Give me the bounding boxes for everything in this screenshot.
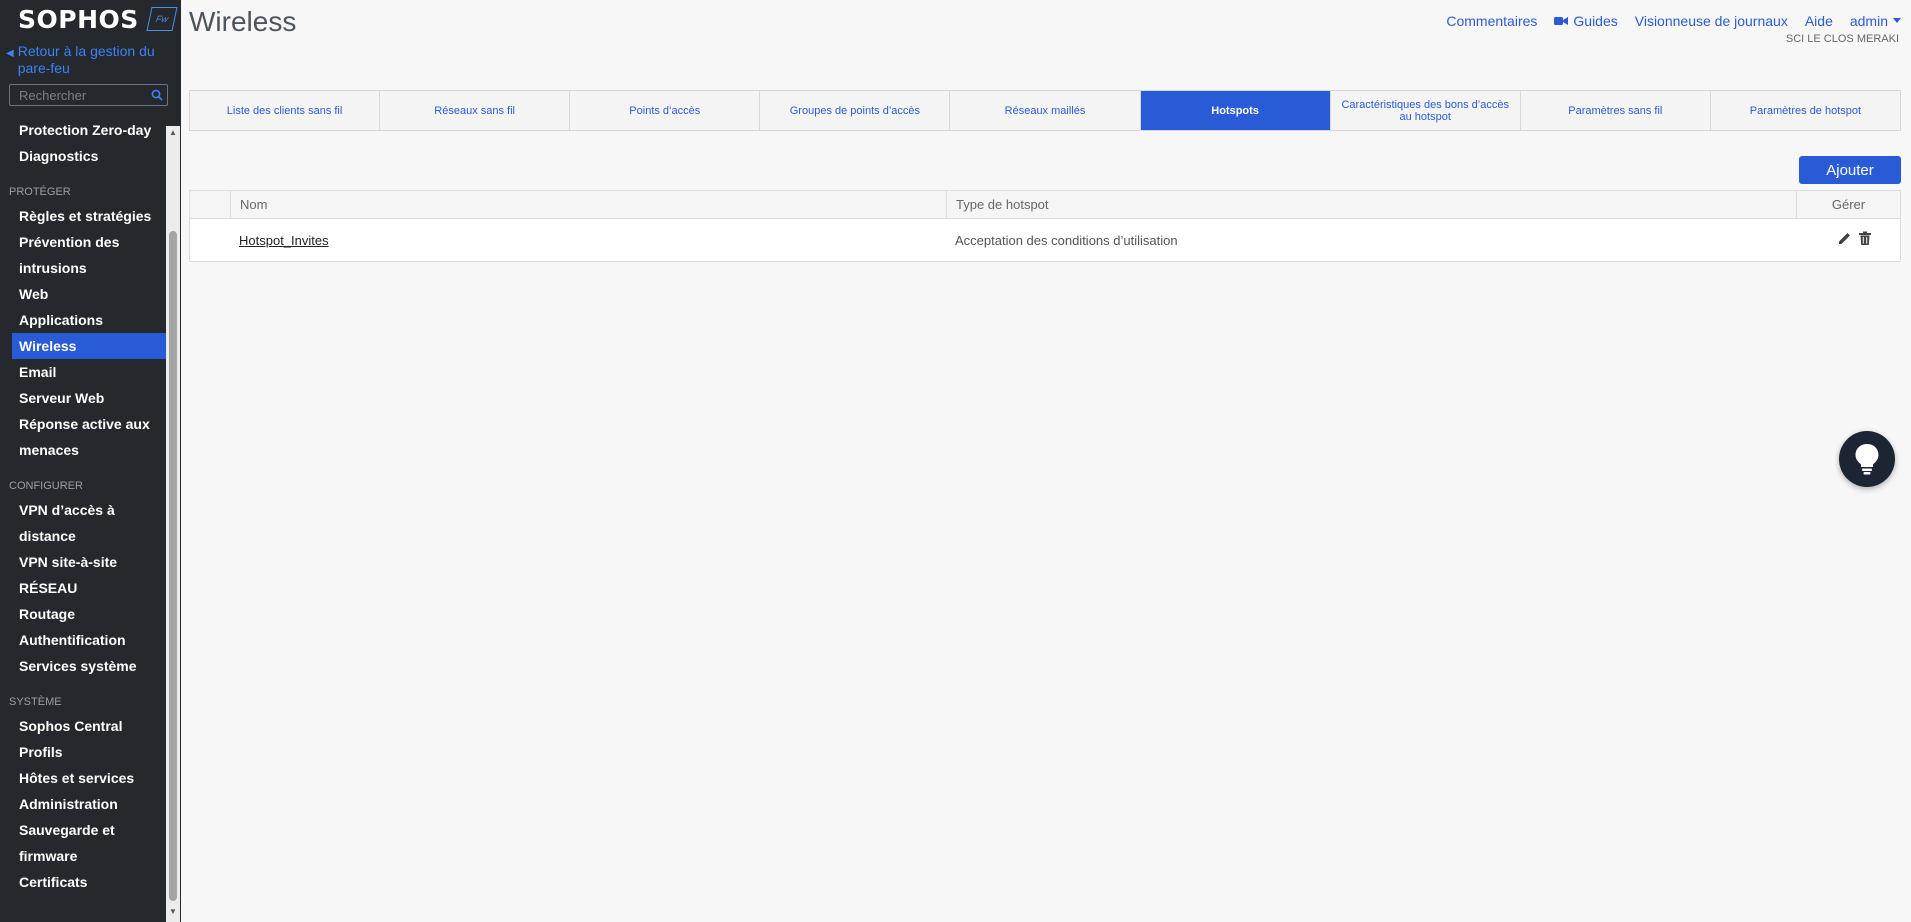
sidebar-item-email[interactable]: Email <box>0 359 166 385</box>
sidebar-category-system: SYSTÈME <box>9 696 62 708</box>
firewall-badge-icon: Fw <box>146 7 178 31</box>
hotspot-name-link[interactable]: Hotspot_Invites <box>239 233 329 248</box>
sidebar-search-input[interactable] <box>10 85 149 105</box>
sidebar-item-routing[interactable]: Routage <box>0 601 166 627</box>
sidebar-item-site-to-site-vpn[interactable]: VPN site-à-site <box>0 549 166 575</box>
page-title: Wireless <box>189 6 297 37</box>
tab-access-points[interactable]: Points d’accès <box>570 91 761 130</box>
table-row: Hotspot_Invites Acceptation des conditio… <box>190 219 1900 261</box>
log-viewer-link[interactable]: Visionneuse de journaux <box>1635 13 1788 29</box>
column-header-hotspot-type[interactable]: Type de hotspot <box>947 191 1797 218</box>
sidebar-item-administration[interactable]: Administration <box>0 791 166 817</box>
sidebar-item-profiles[interactable]: Profils <box>0 739 166 765</box>
edit-icon[interactable] <box>1837 231 1852 249</box>
sidebar-item-remote-vpn-cont[interactable]: distance <box>0 523 166 549</box>
help-link[interactable]: Aide <box>1805 13 1833 29</box>
organization-name: SCI LE CLOS MERAKI <box>1785 33 1899 45</box>
comments-link[interactable]: Commentaires <box>1446 13 1537 29</box>
hotspot-type-value: Acceptation des conditions d’utilisation <box>955 232 1178 248</box>
sidebar-item-sophos-central[interactable]: Sophos Central <box>0 713 166 739</box>
admin-menu[interactable]: admin <box>1850 13 1901 29</box>
sidebar-category-configure: CONFIGURER <box>9 480 83 492</box>
sidebar-item-network[interactable]: RÉSEAU <box>0 575 166 601</box>
top-links: Commentaires Guides Visionneuse de journ… <box>1446 13 1901 29</box>
sidebar-item-diagnostics[interactable]: Diagnostics <box>0 143 166 169</box>
logo-text: SOPHOS <box>18 4 139 34</box>
column-header-manage: Gérer <box>1831 197 1866 212</box>
tab-hotspot-settings[interactable]: Paramètres de hotspot <box>1711 91 1900 130</box>
sidebar-item-backup-firmware[interactable]: Sauvegarde et <box>0 817 166 843</box>
tab-hotspot-voucher-definitions[interactable]: Caractéristiques des bons d’accès au hot… <box>1331 91 1521 130</box>
lightbulb-icon <box>1855 444 1879 475</box>
search-icon[interactable] <box>151 89 163 104</box>
sidebar-item-active-threat-response[interactable]: Réponse active aux <box>0 411 166 437</box>
scrollbar-thumb[interactable] <box>169 231 177 901</box>
column-header-name[interactable]: Nom <box>231 191 947 218</box>
sidebar-nav: Protection Zero-day Diagnostics PROTÉGER… <box>0 117 166 895</box>
row-select-cell[interactable] <box>190 219 230 261</box>
sidebar-item-web-server[interactable]: Serveur Web <box>0 385 166 411</box>
caret-down-icon <box>1893 18 1901 23</box>
tab-hotspots[interactable]: Hotspots <box>1140 91 1331 130</box>
caret-left-icon: ◀ <box>6 48 14 59</box>
add-button[interactable]: Ajouter <box>1799 156 1901 184</box>
delete-icon[interactable] <box>1858 231 1872 249</box>
guides-link[interactable]: Guides <box>1554 13 1618 29</box>
select-column-header <box>190 191 231 218</box>
tab-wireless-clients[interactable]: Liste des clients sans fil <box>190 91 381 130</box>
sidebar-search <box>9 84 168 106</box>
wireless-tabs: Liste des clients sans fil Réseaux sans … <box>189 90 1901 131</box>
tab-wireless-settings[interactable]: Paramètres sans fil <box>1521 91 1711 130</box>
admin-label: admin <box>1849 13 1888 29</box>
tab-wireless-networks[interactable]: Réseaux sans fil <box>380 91 571 130</box>
sidebar-category-protect: PROTÉGER <box>9 186 71 198</box>
row-actions <box>1825 231 1872 249</box>
tab-mesh-networks[interactable]: Réseaux maillés <box>950 91 1141 130</box>
sidebar-item-active-threat-response-cont[interactable]: menaces <box>0 437 166 463</box>
tab-access-point-groups[interactable]: Groupes de points d’accès <box>760 91 951 130</box>
sidebar-item-hosts-services[interactable]: Hôtes et services <box>0 765 166 791</box>
sophos-logo[interactable]: SOPHOS Fw <box>18 4 178 34</box>
sidebar-item-backup-firmware-cont[interactable]: firmware <box>0 843 166 869</box>
sidebar-item-zero-day[interactable]: Protection Zero-day <box>0 117 166 143</box>
table-header: Nom Type de hotspot Gérer <box>190 191 1900 219</box>
scroll-up-icon[interactable]: ▲ <box>169 128 177 137</box>
sidebar-item-applications[interactable]: Applications <box>0 307 166 333</box>
video-camera-icon <box>1554 17 1569 25</box>
hotspots-table: Nom Type de hotspot Gérer Hotspot_Invite… <box>189 190 1901 262</box>
back-to-firewall-link[interactable]: ◀ Retour à la gestion du pare-feu <box>6 43 171 77</box>
comments-label: Commentaires <box>1446 13 1538 29</box>
sidebar-item-wireless[interactable]: Wireless <box>12 333 166 359</box>
scroll-down-icon[interactable]: ▼ <box>169 907 177 916</box>
log-viewer-label: Visionneuse de journaux <box>1634 13 1788 29</box>
sidebar-item-certificates[interactable]: Certificats <box>0 869 166 895</box>
sidebar-scrollbar[interactable]: ▲ ▼ <box>166 126 180 922</box>
sidebar-item-intrusion-prevention[interactable]: Prévention des <box>0 229 166 255</box>
help-label: Aide <box>1804 13 1833 29</box>
sidebar-item-remote-vpn[interactable]: VPN d’accès à <box>0 497 166 523</box>
back-link-label: Retour à la gestion du pare-feu <box>17 43 155 76</box>
sidebar-item-rules-policies[interactable]: Règles et stratégies <box>0 203 166 229</box>
sidebar-item-web[interactable]: Web <box>0 281 166 307</box>
sidebar-item-authentication[interactable]: Authentification <box>0 627 166 653</box>
lightbulb-help-button[interactable] <box>1839 431 1895 487</box>
guides-label: Guides <box>1573 13 1618 29</box>
sidebar-item-intrusion-prevention-cont[interactable]: intrusions <box>0 255 166 281</box>
sidebar-item-system-services[interactable]: Services système <box>0 653 166 679</box>
sidebar: SOPHOS Fw ◀ Retour à la gestion du pare-… <box>0 0 181 922</box>
